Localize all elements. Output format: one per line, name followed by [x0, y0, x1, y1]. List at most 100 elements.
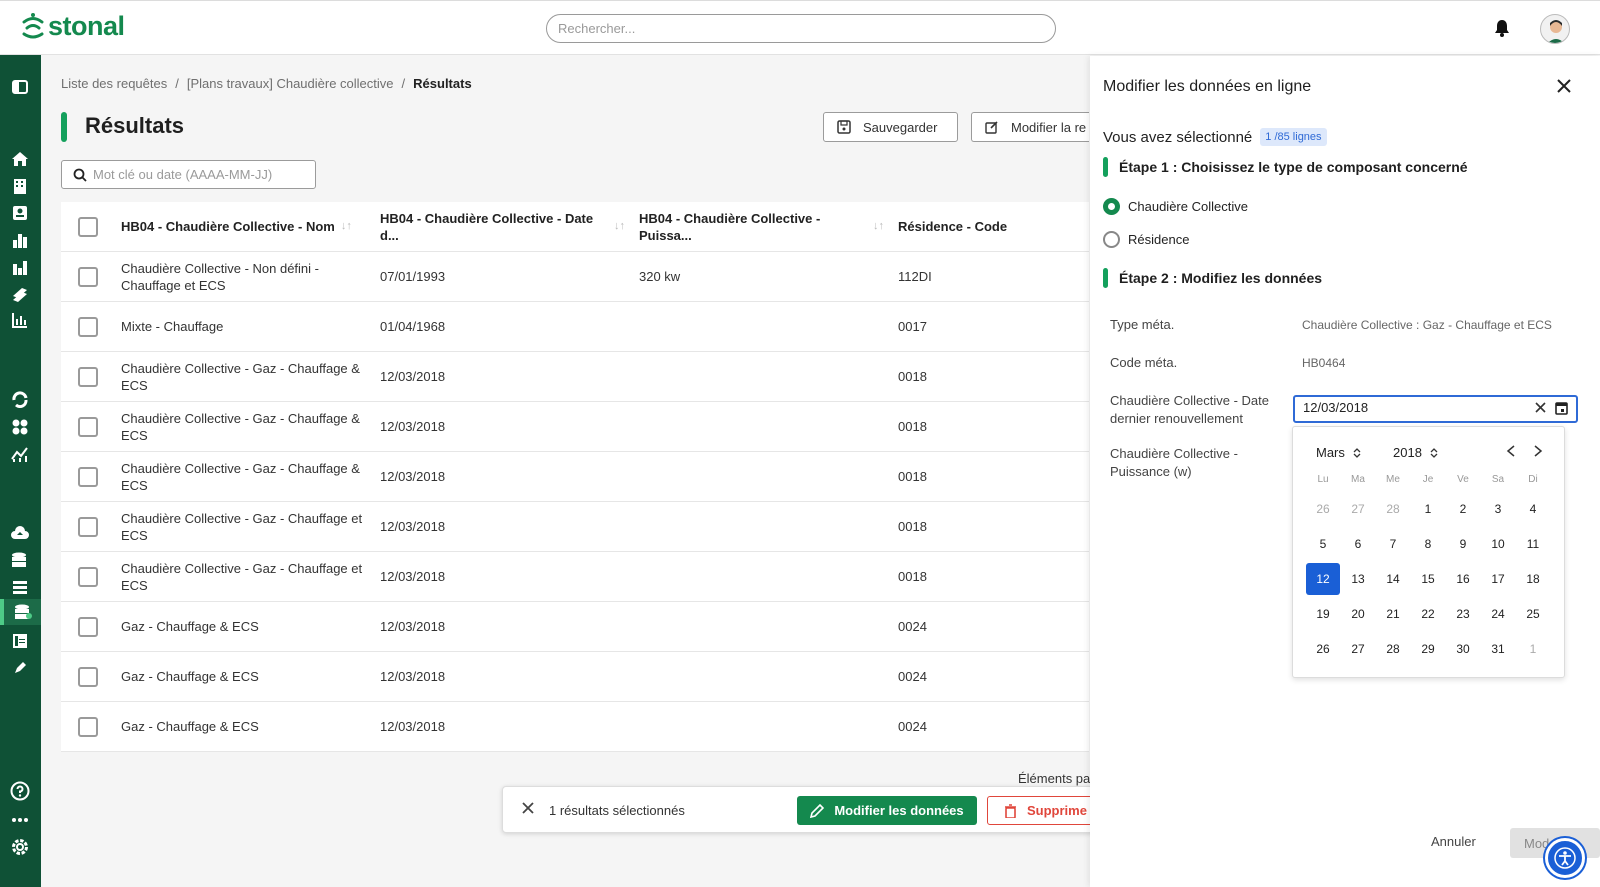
row-checkbox[interactable]: [78, 667, 98, 687]
calendar-icon[interactable]: [1555, 401, 1568, 415]
calendar-day[interactable]: 21: [1376, 598, 1410, 630]
row-checkbox[interactable]: [78, 417, 98, 437]
row-checkbox[interactable]: [78, 517, 98, 537]
more-icon[interactable]: [9, 809, 31, 831]
bell-icon[interactable]: [1494, 19, 1510, 37]
calendar-day[interactable]: 10: [1481, 528, 1515, 560]
table-row[interactable]: Chaudière Collective - Gaz - Chauffage e…: [61, 502, 1089, 552]
home-icon[interactable]: [9, 148, 31, 170]
table-row[interactable]: Gaz - Chauffage & ECS 12/03/2018 0024: [61, 602, 1089, 652]
calendar-day[interactable]: 8: [1411, 528, 1445, 560]
modify-data-button[interactable]: Modifier les données: [797, 796, 977, 825]
radio-chaudiere-collective[interactable]: Chaudière Collective: [1103, 198, 1248, 215]
select-all-checkbox[interactable]: [78, 217, 98, 237]
sort-icon[interactable]: ↓↑: [614, 218, 625, 235]
calendar-day[interactable]: 9: [1446, 528, 1480, 560]
stats-icon[interactable]: [9, 256, 31, 278]
table-row[interactable]: Mixte - Chauffage 01/04/1968 0017: [61, 302, 1089, 352]
calendar-day[interactable]: 5: [1306, 528, 1340, 560]
sort-icon[interactable]: ↓↑: [873, 218, 884, 235]
keyword-filter[interactable]: [61, 160, 316, 189]
calendar-day[interactable]: 1: [1516, 633, 1550, 665]
user-avatar[interactable]: [1540, 14, 1570, 44]
bar-chart-icon[interactable]: [9, 229, 31, 251]
row-checkbox[interactable]: [78, 267, 98, 287]
column-header-puissance[interactable]: HB04 - Chaudière Collective - Puissa... ↓…: [639, 202, 884, 251]
sort-icon[interactable]: ↓↑: [341, 218, 352, 235]
calendar-day[interactable]: 6: [1341, 528, 1375, 560]
cancel-button[interactable]: Annuler: [1431, 834, 1476, 849]
table-icon[interactable]: [9, 630, 31, 652]
calendar-day[interactable]: 20: [1341, 598, 1375, 630]
date-field[interactable]: [1293, 395, 1578, 423]
calendar-day[interactable]: 14: [1376, 563, 1410, 595]
row-checkbox[interactable]: [78, 317, 98, 337]
row-checkbox[interactable]: [78, 717, 98, 737]
calendar-day[interactable]: 7: [1376, 528, 1410, 560]
calendar-day[interactable]: 18: [1516, 563, 1550, 595]
apps-icon[interactable]: [9, 416, 31, 438]
calendar-day[interactable]: 28: [1376, 633, 1410, 665]
sync-icon[interactable]: [9, 389, 31, 411]
radio-residence[interactable]: Résidence: [1103, 231, 1189, 248]
month-select[interactable]: Mars: [1316, 445, 1361, 460]
settings-icon[interactable]: [9, 836, 31, 858]
chevron-left-icon[interactable]: [1506, 445, 1516, 457]
calendar-day[interactable]: 13: [1341, 563, 1375, 595]
clear-date-icon[interactable]: [1535, 402, 1546, 413]
database-edit-icon[interactable]: [9, 549, 31, 571]
calendar-day[interactable]: 29: [1411, 633, 1445, 665]
close-icon[interactable]: [1556, 78, 1572, 94]
keyword-filter-input[interactable]: [93, 167, 293, 182]
calendar-day[interactable]: 4: [1516, 493, 1550, 525]
chevron-right-icon[interactable]: [1533, 445, 1543, 457]
calendar-day[interactable]: 15: [1411, 563, 1445, 595]
row-checkbox[interactable]: [78, 617, 98, 637]
table-row[interactable]: Gaz - Chauffage & ECS 12/03/2018 0024: [61, 702, 1089, 752]
calendar-day[interactable]: 30: [1446, 633, 1480, 665]
radio-checked[interactable]: [1103, 198, 1120, 215]
calendar-day[interactable]: 26: [1306, 493, 1340, 525]
table-row[interactable]: Chaudière Collective - Gaz - Chauffage &…: [61, 402, 1089, 452]
calendar-day[interactable]: 27: [1341, 633, 1375, 665]
calendar-day[interactable]: 27: [1341, 493, 1375, 525]
global-search-input[interactable]: [547, 15, 1055, 42]
stonal-logo[interactable]: stonal: [20, 10, 125, 42]
calendar-day[interactable]: 17: [1481, 563, 1515, 595]
column-header-date[interactable]: HB04 - Chaudière Collective - Date d... ↓…: [380, 202, 625, 251]
row-checkbox[interactable]: [78, 367, 98, 387]
calendar-day[interactable]: 25: [1516, 598, 1550, 630]
column-header-code[interactable]: Résidence - Code: [898, 202, 1078, 251]
list-icon[interactable]: [9, 576, 31, 598]
row-checkbox[interactable]: [78, 467, 98, 487]
calendar-day[interactable]: 19: [1306, 598, 1340, 630]
report-icon[interactable]: [9, 309, 31, 331]
global-search[interactable]: [546, 14, 1056, 43]
calendar-day[interactable]: 31: [1481, 633, 1515, 665]
calendar-day[interactable]: 1: [1411, 493, 1445, 525]
help-icon[interactable]: [9, 780, 31, 802]
table-row[interactable]: Gaz - Chauffage & ECS 12/03/2018 0024: [61, 652, 1089, 702]
calendar-day[interactable]: 26: [1306, 633, 1340, 665]
calendar-day[interactable]: 22: [1411, 598, 1445, 630]
calendar-day[interactable]: 16: [1446, 563, 1480, 595]
modify-query-button[interactable]: Modifier la re: [971, 112, 1089, 142]
calendar-day[interactable]: 28: [1376, 493, 1410, 525]
calendar-day[interactable]: 24: [1481, 598, 1515, 630]
table-row[interactable]: Chaudière Collective - Gaz - Chauffage e…: [61, 552, 1089, 602]
layers-icon[interactable]: [9, 283, 31, 305]
calendar-day[interactable]: 11: [1516, 528, 1550, 560]
pen-icon[interactable]: [9, 657, 31, 679]
trend-icon[interactable]: [9, 443, 31, 465]
clear-selection-icon[interactable]: [521, 801, 535, 815]
column-header-nom[interactable]: HB04 - Chaudière Collective - Nom ↓↑: [121, 202, 366, 251]
table-row[interactable]: Chaudière Collective - Non défini - Chau…: [61, 252, 1089, 302]
calendar-day[interactable]: 12: [1306, 563, 1340, 595]
building-icon[interactable]: [9, 175, 31, 197]
calendar-day[interactable]: 2: [1446, 493, 1480, 525]
table-row[interactable]: Chaudière Collective - Gaz - Chauffage &…: [61, 452, 1089, 502]
sidebar-toggle-icon[interactable]: [9, 76, 31, 98]
calendar-day[interactable]: 23: [1446, 598, 1480, 630]
database-results-icon[interactable]: [0, 599, 41, 625]
breadcrumb-link-query[interactable]: [Plans travaux] Chaudière collective: [187, 76, 394, 91]
